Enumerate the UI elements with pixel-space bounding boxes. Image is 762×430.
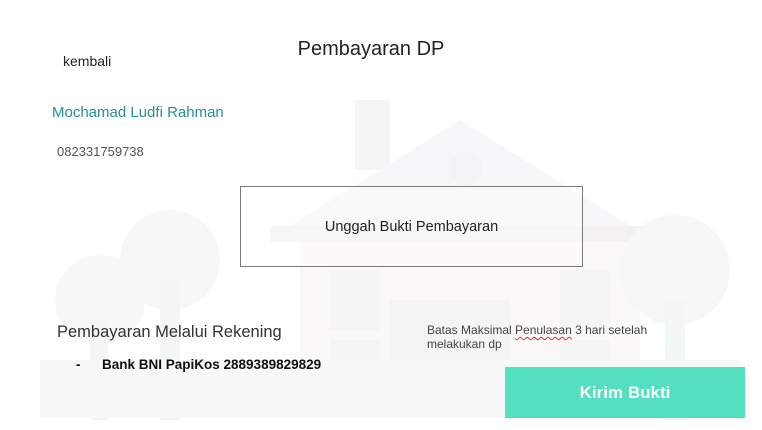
rekening-heading: Pembayaran Melalui Rekening: [57, 323, 282, 341]
deadline-prefix: Batas Maksimal: [427, 323, 516, 337]
user-name: Mochamad Ludfi Rahman: [52, 104, 224, 121]
payment-deadline-note: Batas Maksimal Penulasan 3 hari setelah …: [427, 323, 687, 351]
submit-proof-label: Kirim Bukti: [579, 382, 671, 402]
upload-proof-button[interactable]: Unggah Bukti Pembayaran: [240, 186, 583, 267]
submit-proof-button[interactable]: Kirim Bukti: [505, 367, 745, 418]
bank-account-text: Bank BNI PapiKos 2889389829829: [102, 357, 322, 372]
deadline-misspelled-word: Penulasan: [515, 323, 572, 337]
page-title: Pembayaran DP: [297, 38, 445, 60]
upload-proof-label: Unggah Bukti Pembayaran: [324, 218, 499, 235]
list-bullet: -: [76, 357, 81, 372]
user-phone: 082331759738: [57, 144, 144, 159]
list-item: - Bank BNI PapiKos 2889389829829: [76, 357, 321, 372]
